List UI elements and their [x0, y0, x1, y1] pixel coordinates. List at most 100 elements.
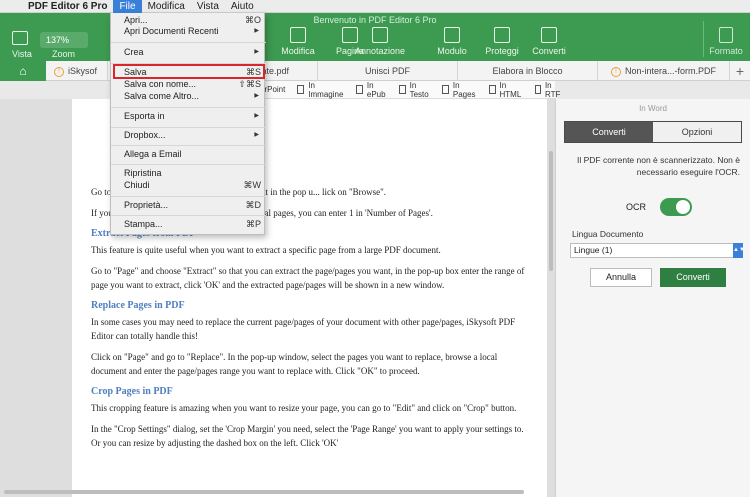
menu-item-label: Stampa...: [124, 219, 163, 229]
convert-rtf[interactable]: In RTF: [534, 80, 562, 99]
menu-item-stampa[interactable]: Stampa... ⌘P: [111, 219, 266, 230]
paragraph: In the "Crop Settings" dialog, set the '…: [91, 424, 524, 448]
ocr-toggle[interactable]: [660, 198, 692, 216]
tab-label: Non-intera...-form.PDF: [624, 66, 717, 76]
tab-converti[interactable]: Converti: [565, 122, 653, 142]
view-icon[interactable]: [12, 31, 28, 45]
menu-separator: [111, 215, 266, 216]
file-menu: Apri... ⌘O Apri Documenti Recenti ▶ Crea ▶ …: [110, 13, 266, 235]
menu-modifica[interactable]: Modifica: [142, 0, 191, 13]
tab-label: iSkysof: [68, 66, 98, 76]
convert-label: In HTML: [499, 80, 522, 99]
menu-item-crea[interactable]: Crea ▶: [111, 47, 266, 58]
menu-file[interactable]: File: [113, 0, 142, 13]
convert-epub[interactable]: In ePub: [356, 81, 387, 99]
toolbar-annotazione[interactable]: Annotazione: [355, 27, 405, 56]
horizontal-scrollbar[interactable]: [4, 490, 524, 494]
file-icon: [488, 85, 496, 94]
toolbar-converti[interactable]: Converti: [525, 27, 573, 56]
menu-item-label: Allega a Email: [124, 149, 182, 159]
convert-pages[interactable]: In Pages: [442, 81, 477, 99]
vertical-scrollbar[interactable]: [549, 151, 553, 271]
toolbar-proteggi[interactable]: Proteggi: [478, 27, 526, 56]
chevron-updown-icon: ▲▼: [733, 243, 745, 258]
form-icon: [444, 27, 460, 43]
convert-html[interactable]: In HTML: [488, 80, 523, 99]
convert-label: In Testo: [409, 80, 429, 99]
toolbar-modulo[interactable]: Modulo: [428, 27, 476, 56]
tab-unisci-pdf[interactable]: Unisci PDF: [318, 61, 458, 81]
convert-label: In Immagine: [308, 80, 344, 99]
format-icon: [719, 27, 733, 43]
tab-non-interactive-form[interactable]: ! Non-intera...-form.PDF: [598, 61, 730, 81]
annotation-icon: [372, 27, 388, 43]
submenu-arrow-icon: ▶: [254, 93, 259, 99]
cancel-button[interactable]: Annulla: [590, 268, 652, 287]
tab-opzioni[interactable]: Opzioni: [653, 122, 741, 142]
toolbar-label: Formato: [709, 46, 743, 56]
file-icon: [297, 85, 305, 94]
menu-separator: [111, 42, 266, 43]
add-tab-button[interactable]: +: [730, 61, 750, 80]
paragraph: Click on "Page" and go to "Replace". In …: [91, 352, 498, 376]
file-icon: [442, 85, 449, 94]
menu-separator: [111, 145, 266, 146]
toolbar-label: Proteggi: [485, 46, 519, 56]
section-heading: Replace Pages in PDF: [91, 300, 185, 311]
menu-item-label: Crea: [124, 47, 144, 57]
ocr-row: OCR: [626, 198, 692, 216]
toolbar-divider: [703, 21, 704, 57]
menu-separator: [111, 196, 266, 197]
document-viewport[interactable]: Go to ... se the number of pages you wan…: [0, 99, 555, 497]
tab-label: Unisci PDF: [364, 66, 410, 76]
menu-item-allega-email[interactable]: Allega a Email: [111, 149, 266, 160]
language-value: Lingue (1): [574, 245, 613, 255]
menu-item-salva-con-nome[interactable]: Salva con nome... ⇧⌘S: [111, 79, 266, 90]
language-select[interactable]: Lingue (1) ▲▼: [570, 243, 745, 258]
tab-elabora-blocco[interactable]: Elabora in Blocco: [458, 61, 598, 81]
ocr-message: Il PDF corrente non è scannerizzato. Non…: [577, 155, 740, 177]
convert-image[interactable]: In Immagine: [297, 81, 344, 99]
convert-button[interactable]: Converti: [660, 268, 726, 287]
menu-item-chiudi[interactable]: Chiudi ⌘W: [111, 180, 266, 191]
menu-item-label: Apri Documenti Recenti: [124, 26, 219, 36]
tab-doc-1[interactable]: ! iSkysof: [46, 61, 108, 81]
menu-separator: [111, 107, 266, 108]
file-icon: [534, 85, 541, 94]
menu-item-label: Ripristina: [124, 168, 162, 178]
convert-text[interactable]: In Testo: [399, 81, 430, 99]
warning-icon: !: [610, 66, 621, 77]
menu-aiuto[interactable]: Aiuto: [225, 0, 260, 13]
menu-item-esporta[interactable]: Esporta in ▶: [111, 111, 266, 122]
language-label: Lingua Documento: [572, 229, 644, 239]
toolbar-modifica[interactable]: Modifica: [274, 27, 322, 56]
ocr-label: OCR: [626, 202, 646, 212]
zoom-dropdown[interactable]: 137%: [40, 32, 88, 48]
home-tab[interactable]: ⌂: [0, 61, 46, 81]
menu-item-recent[interactable]: Apri Documenti Recenti ▶: [111, 26, 266, 37]
menu-item-label: Dropbox...: [124, 130, 166, 140]
toolbar-label: Modifica: [281, 46, 315, 56]
toolbar-label: Modulo: [437, 46, 467, 56]
lock-icon: [494, 27, 510, 43]
convert-label: In RTF: [544, 80, 561, 99]
menu-separator: [111, 127, 266, 128]
menu-item-dropbox[interactable]: Dropbox... ▶: [111, 130, 266, 141]
vista-label: Vista: [12, 49, 32, 59]
menu-item-apri[interactable]: Apri... ⌘O: [111, 15, 266, 26]
menu-app[interactable]: PDF Editor 6 Pro: [22, 0, 113, 13]
warning-icon: !: [54, 66, 64, 77]
menubar: PDF Editor 6 Pro File Modifica Vista Aiu…: [0, 0, 750, 13]
menu-item-proprieta[interactable]: Proprietà... ⌘D: [111, 200, 266, 211]
menu-item-salva-come-altro[interactable]: Salva come Altro... ▶: [111, 91, 266, 102]
menu-item-ripristina[interactable]: Ripristina: [111, 168, 266, 179]
menu-item-label: Apri...: [124, 15, 148, 25]
paragraph: Go to "Page" and choose "Extract" so tha…: [91, 266, 525, 290]
highlight-box-salva: [113, 64, 265, 79]
menu-item-label: Proprietà...: [124, 200, 169, 210]
file-icon: [356, 85, 363, 94]
menu-vista[interactable]: Vista: [191, 0, 225, 13]
panel-tabs: Converti Opzioni: [564, 121, 742, 143]
toolbar-formato[interactable]: Formato: [708, 27, 744, 56]
edit-icon: [290, 27, 306, 43]
